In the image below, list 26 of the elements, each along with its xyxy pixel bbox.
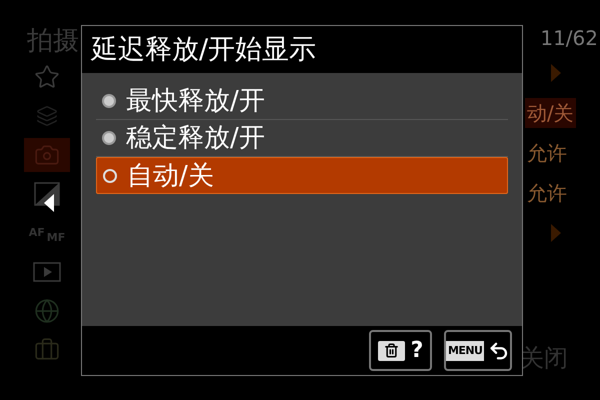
breadcrumb: 拍摄 (27, 28, 79, 54)
back-button[interactable]: MENU (444, 330, 512, 371)
option-label: 自动/关 (127, 162, 214, 188)
play-icon[interactable] (33, 262, 61, 282)
dialog-title: 延迟释放/开始显示 (91, 36, 316, 63)
option-row[interactable]: 最快释放/开 (96, 83, 508, 120)
globe-icon[interactable] (34, 298, 60, 324)
star-icon[interactable] (34, 64, 60, 90)
option-label: 稳定释放/开 (126, 125, 265, 151)
setting-value: 允许 (526, 140, 568, 167)
setting-value: 允许 (526, 180, 568, 207)
radio-icon (102, 94, 116, 108)
option-row[interactable]: 自动/关 (96, 157, 508, 194)
right-arrow-icon (551, 224, 561, 242)
radio-icon (103, 168, 117, 182)
page-counter: 11/62 (540, 28, 598, 52)
menu-key-label: MENU (446, 340, 484, 360)
return-icon (488, 340, 510, 362)
left-arrow-icon (44, 194, 54, 212)
setting-value: 动/关 (525, 98, 576, 128)
layers-icon[interactable] (36, 105, 58, 127)
right-arrow-icon (551, 64, 561, 82)
trash-icon (378, 340, 405, 360)
radio-icon (102, 131, 116, 145)
option-label: 最快释放/开 (126, 88, 265, 114)
help-button[interactable]: ? (369, 330, 432, 371)
